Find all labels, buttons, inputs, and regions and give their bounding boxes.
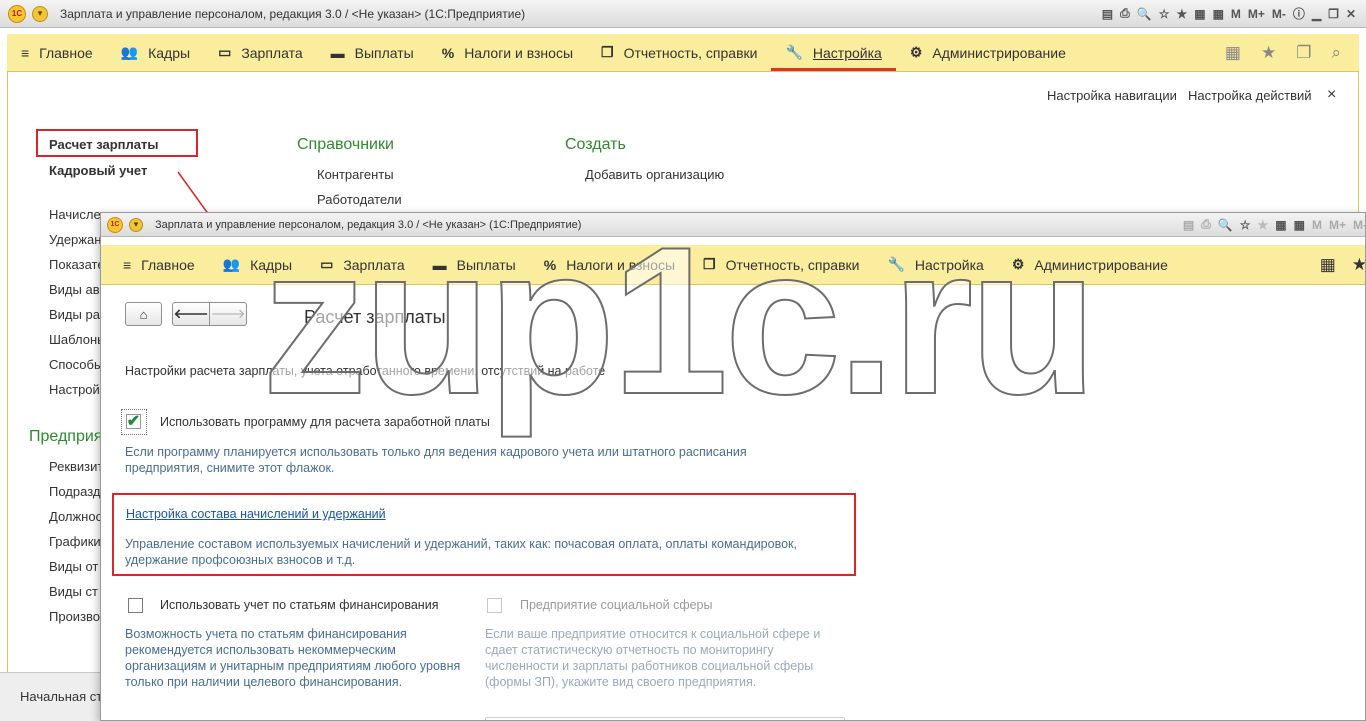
percent-icon: % <box>543 256 557 273</box>
financing-description: Возможность учета по статьям финансирова… <box>125 627 461 689</box>
hamburger-icon: ≡ <box>123 256 132 273</box>
memory-plus-icon[interactable]: M+ <box>1329 218 1346 232</box>
reports-icon: ❐ <box>703 256 716 272</box>
home-button[interactable]: ⌂ <box>125 302 162 326</box>
arrow-right-icon: 🡒 <box>210 306 246 321</box>
nav-admin[interactable]: ⚙ Администрирование <box>998 245 1182 284</box>
print-icon[interactable]: ⎙ <box>1201 217 1211 232</box>
social-sphere-checkbox[interactable] <box>487 598 502 613</box>
forward-button[interactable]: 🡒 <box>209 302 247 326</box>
use-program-description: Если программу планируется использовать … <box>125 445 747 475</box>
main-menu-button[interactable]: ▾ <box>129 217 143 232</box>
enterprise-type-select[interactable] <box>485 717 845 720</box>
nav-salary[interactable]: ▭ Зарплата <box>306 245 419 284</box>
page-intro: Настройки расчета зарплаты, учета отрабо… <box>125 364 606 378</box>
social-sphere-label[interactable]: Предприятие социальной сферы <box>520 598 713 612</box>
nav-reports[interactable]: ❐ Отчетность, справки <box>689 245 873 284</box>
front-window: 1С ▾ Зарплата и управление персоналом, р… <box>100 212 1366 721</box>
front-title-bar: 1С ▾ Зарплата и управление персоналом, р… <box>101 213 1365 237</box>
memory-icon[interactable]: M <box>1312 218 1322 232</box>
social-sphere-description: Если ваше предприятие относится к социал… <box>485 627 821 689</box>
wallet-icon: ▬ <box>432 256 447 273</box>
all-functions-grid-icon[interactable]: ▦ <box>1320 255 1336 275</box>
calculator-icon[interactable]: ▦ <box>1275 218 1286 232</box>
checkmark-icon: ✔ <box>126 413 141 430</box>
arrow-left-icon: 🡐 <box>173 306 209 321</box>
favorites-star-icon[interactable]: ★ <box>1352 255 1365 275</box>
add-favorite-icon[interactable]: ☆ <box>1240 218 1251 232</box>
nav-hr[interactable]: 👥 Кадры <box>209 245 306 284</box>
front-window-title: Зарплата и управление персоналом, редакц… <box>155 218 582 231</box>
people-icon: 👥 <box>222 256 241 272</box>
nav-payments[interactable]: ▬ Выплаты <box>419 245 530 284</box>
nav-settings[interactable]: 🔧 Настройка <box>873 245 997 284</box>
memory-minus-icon[interactable]: M- <box>1353 218 1365 232</box>
card-icon: ▭ <box>320 256 334 272</box>
accruals-highlight-box <box>112 493 856 576</box>
1c-logo-icon: 1С <box>107 216 123 233</box>
wrench-icon: 🔧 <box>887 256 905 272</box>
preview-icon[interactable]: 🔍 <box>1218 218 1233 232</box>
use-program-label[interactable]: Использовать программу для расчета зараб… <box>160 415 490 429</box>
nav-main[interactable]: ≡ Главное <box>109 245 209 284</box>
front-section-panel: ≡ Главное 👥 Кадры ▭ Зарплата ▬ Выплаты % Нало… <box>101 245 1365 285</box>
nav-taxes[interactable]: % Налоги и взносы <box>530 245 689 284</box>
financing-label[interactable]: Использовать учет по статьям финансирова… <box>160 598 438 612</box>
financing-checkbox[interactable] <box>128 598 143 613</box>
back-button[interactable]: 🡐 <box>172 302 210 326</box>
use-program-checkbox[interactable]: ✔ <box>126 413 141 430</box>
gear-icon: ⚙ <box>1011 256 1025 272</box>
calendar-icon[interactable]: ▦ <box>1294 218 1305 232</box>
page-title: Расчет зарплаты <box>304 307 446 327</box>
save-icon[interactable]: ▤ <box>1183 218 1194 232</box>
home-icon: ⌂ <box>139 306 148 322</box>
favorites-icon[interactable]: ★ <box>1258 218 1269 232</box>
